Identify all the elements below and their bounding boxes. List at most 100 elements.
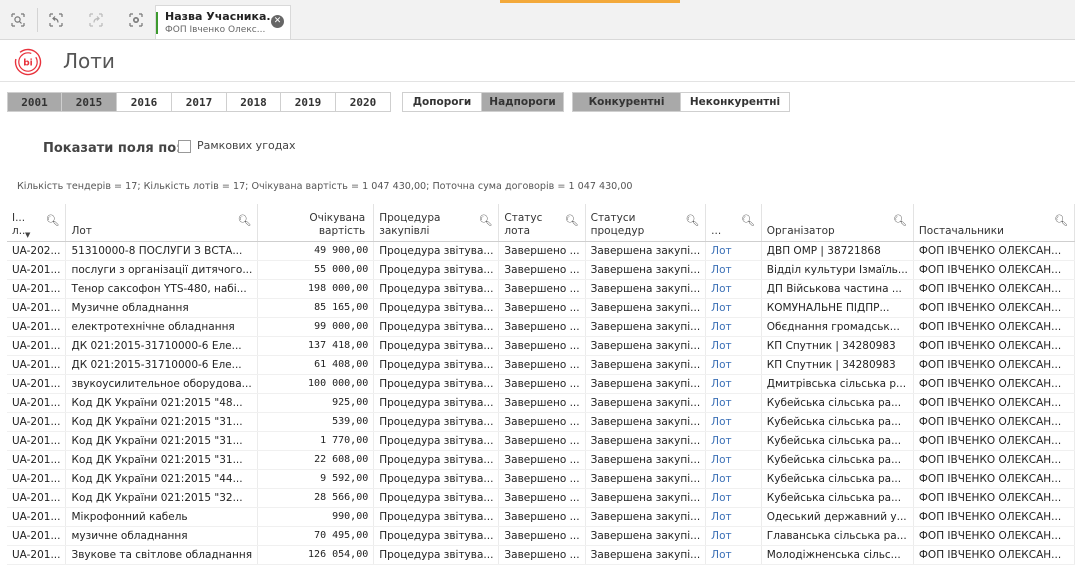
table-row[interactable]: UA-201... Код ДК України 021:2015 "31... 2… [7,450,1075,470]
cell-procedure-status[interactable]: Завершена закупі... [585,260,707,280]
cell-lot[interactable]: звукоусилительное оборудова... [65,374,259,394]
noncompetitive-button[interactable]: Неконкурентні [681,92,790,112]
cell-link[interactable]: Лот [705,526,762,546]
table-row[interactable]: UA-201... Код ДК України 021:2015 "44... 9… [7,469,1075,489]
close-icon[interactable]: ✕ [271,15,284,28]
cell-procedure-status[interactable]: Завершена закупі... [585,317,707,337]
table-row[interactable]: UA-201... Код ДК України 021:2015 "31... 1… [7,431,1075,451]
cell-id[interactable]: UA-201... [7,545,67,565]
cell-lot[interactable]: Код ДК України 021:2015 "32... [65,488,259,508]
cell-expected-value[interactable]: 99 000,00 [257,317,375,337]
cell-link[interactable]: Лот [705,241,762,261]
cell-expected-value[interactable]: 55 000,00 [257,260,375,280]
cell-procedure-status[interactable]: Завершена закупі... [585,431,707,451]
cell-supplier[interactable]: ФОП ІВЧЕНКО ОЛЕКСАН... [913,469,1075,489]
cell-id[interactable]: UA-201... [7,355,67,375]
cell-expected-value[interactable]: 28 566,00 [257,488,375,508]
cell-id[interactable]: UA-202... [7,241,67,261]
cell-id[interactable]: UA-201... [7,374,67,394]
cell-lot-status[interactable]: Завершено ... [498,260,586,280]
cell-procedure-status[interactable]: Завершена закупі... [585,469,707,489]
cell-procedure-status[interactable]: Завершена закупі... [585,279,707,299]
cell-link[interactable]: Лот [705,260,762,280]
cell-procedure[interactable]: Процедура звітува... [373,279,500,299]
cell-organizer[interactable]: Кубейська сільська ра... [761,393,914,413]
cell-procedure[interactable]: Процедура звітува... [373,469,500,489]
table-row[interactable]: UA-201... Мікрофонний кабель 990,00 Процеду… [7,507,1075,527]
cell-lot-status[interactable]: Завершено ... [498,507,586,527]
cell-supplier[interactable]: ФОП ІВЧЕНКО ОЛЕКСАН... [913,336,1075,356]
cell-organizer[interactable]: Главанська сільська ра... [761,526,914,546]
table-row[interactable]: UA-201... музичне обладнання 70 495,00 Проц… [7,526,1075,546]
cell-id[interactable]: UA-201... [7,431,67,451]
cell-expected-value[interactable]: 198 000,00 [257,279,375,299]
search-icon[interactable]: 🔍︎ [237,214,251,227]
cell-lot-status[interactable]: Завершено ... [498,431,586,451]
cell-organizer[interactable]: Кубейська сільська ра... [761,469,914,489]
cell-link[interactable]: Лот [705,488,762,508]
cell-supplier[interactable]: ФОП ІВЧЕНКО ОЛЕКСАН... [913,507,1075,527]
framework-agreements-label[interactable]: Рамкових угодах [197,139,296,152]
cell-link[interactable]: Лот [705,431,762,451]
cell-expected-value[interactable]: 70 495,00 [257,526,375,546]
cell-lot[interactable]: послуги з організації дитячого... [65,260,259,280]
cell-lot[interactable]: Код ДК України 021:2015 "48... [65,393,259,413]
cell-link[interactable]: Лот [705,374,762,394]
year-button-2015[interactable]: 2015 [62,92,117,112]
cell-organizer[interactable]: Кубейська сільська ра... [761,412,914,432]
column-header-expected-value[interactable]: Очікувана вартість [257,204,375,242]
cell-expected-value[interactable]: 126 054,00 [257,545,375,565]
cell-procedure[interactable]: Процедура звітува... [373,241,500,261]
table-row[interactable]: UA-201... Звукове та світлове обладнання 1… [7,545,1075,565]
cell-lot[interactable]: Код ДК України 021:2015 "31... [65,412,259,432]
cell-link[interactable]: Лот [705,317,762,337]
cell-procedure-status[interactable]: Завершена закупі... [585,545,707,565]
cell-procedure-status[interactable]: Завершена закупі... [585,488,707,508]
cell-link[interactable]: Лот [705,298,762,318]
cell-lot-status[interactable]: Завершено ... [498,279,586,299]
cell-link[interactable]: Лот [705,545,762,565]
table-row[interactable]: UA-201... Музичне обладнання 85 165,00 Проц… [7,298,1075,318]
table-row[interactable]: UA-201... ДК 021:2015-31710000-6 Еле... 61… [7,355,1075,375]
year-button-2001[interactable]: 2001 [7,92,62,112]
cell-supplier[interactable]: ФОП ІВЧЕНКО ОЛЕКСАН... [913,355,1075,375]
cell-procedure-status[interactable]: Завершена закупі... [585,336,707,356]
cell-procedure[interactable]: Процедура звітува... [373,317,500,337]
column-header-id[interactable]: І... л... 🔍︎ ▼ [7,204,67,242]
cell-supplier[interactable]: ФОП ІВЧЕНКО ОЛЕКСАН... [913,260,1075,280]
cell-expected-value[interactable]: 100 000,00 [257,374,375,394]
cell-procedure[interactable]: Процедура звітува... [373,374,500,394]
cell-expected-value[interactable]: 49 900,00 [257,241,375,261]
cell-link[interactable]: Лот [705,355,762,375]
table-row[interactable]: UA-201... звукоусилительное оборудова... 1… [7,374,1075,394]
cell-id[interactable]: UA-201... [7,260,67,280]
table-row[interactable]: UA-201... ДК 021:2015-31710000-6 Еле... 13… [7,336,1075,356]
cell-procedure-status[interactable]: Завершена закупі... [585,393,707,413]
cell-lot[interactable]: Код ДК України 021:2015 "31... [65,450,259,470]
search-icon[interactable]: 🔍︎ [685,214,699,227]
cell-supplier[interactable]: ФОП ІВЧЕНКО ОЛЕКСАН... [913,393,1075,413]
back-icon[interactable] [46,11,66,29]
cell-expected-value[interactable]: 9 592,00 [257,469,375,489]
cell-lot-status[interactable]: Завершено ... [498,336,586,356]
search-icon[interactable]: 🔍︎ [893,214,907,227]
column-header-lot[interactable]: Лот 🔍︎ [65,204,259,242]
cell-procedure-status[interactable]: Завершена закупі... [585,507,707,527]
cell-id[interactable]: UA-201... [7,412,67,432]
cell-link[interactable]: Лот [705,469,762,489]
cell-organizer[interactable]: Дмитрівська сільська р... [761,374,914,394]
cell-lot[interactable]: ДК 021:2015-31710000-6 Еле... [65,336,259,356]
cell-id[interactable]: UA-201... [7,507,67,527]
cell-organizer[interactable]: Кубейська сільська ра... [761,488,914,508]
search-icon[interactable]: 🔍︎ [46,214,60,227]
table-row[interactable]: UA-201... Код ДК України 021:2015 "31... 5… [7,412,1075,432]
cell-link[interactable]: Лот [705,393,762,413]
cell-id[interactable]: UA-201... [7,469,67,489]
cell-lot[interactable]: Тенор саксофон YTS-480, набі... [65,279,259,299]
cell-procedure[interactable]: Процедура звітува... [373,355,500,375]
column-header-suppliers[interactable]: Постачальники 🔍︎ [913,204,1075,242]
cell-id[interactable]: UA-201... [7,526,67,546]
cell-lot-status[interactable]: Завершено ... [498,526,586,546]
cell-id[interactable]: UA-201... [7,393,67,413]
cell-organizer[interactable]: ДП Військова частина ... [761,279,914,299]
